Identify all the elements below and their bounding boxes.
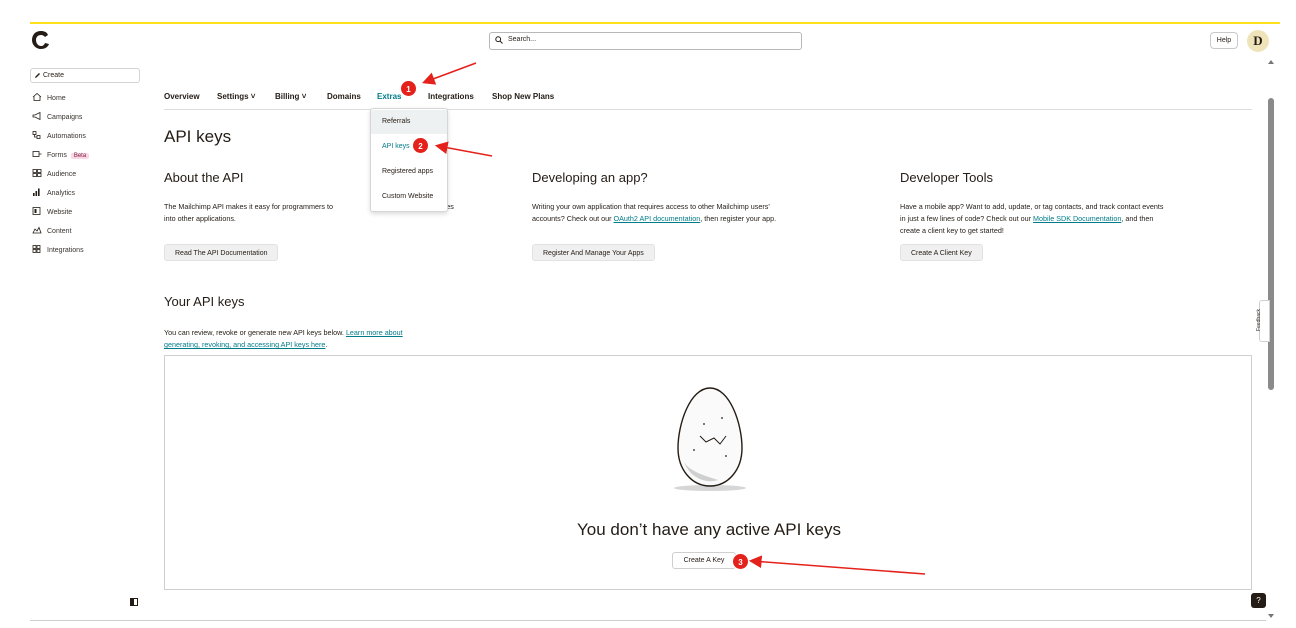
developing-app-line1: Writing your own application that requir… (532, 202, 770, 211)
sidebar-item-content[interactable]: Content (32, 226, 72, 238)
developer-tools-line3: create a client key to get started! (900, 226, 1004, 235)
cracked-egg-illustration (660, 384, 760, 499)
about-api-text-line2: into other applications. (164, 214, 236, 223)
tab-extras[interactable]: Extras (377, 92, 401, 101)
create-label: Create (43, 72, 65, 79)
sidebar-item-automations[interactable]: Automations (32, 131, 86, 143)
account-tabs: Overview Settings ˅ Billing ˅ Domains Ex… (164, 92, 1252, 110)
developing-app-line2a: accounts? Check out our (532, 214, 614, 223)
collapse-sidebar-icon[interactable] (130, 598, 138, 606)
sidebar-item-forms[interactable]: Forms Beta (32, 150, 90, 162)
your-api-keys-intro: You can review, revoke or generate new A… (164, 328, 346, 337)
register-apps-button[interactable]: Register And Manage Your Apps (532, 244, 655, 261)
read-api-docs-button[interactable]: Read The API Documentation (164, 244, 279, 261)
help-button[interactable]: Help (1210, 32, 1238, 49)
sidebar-item-label: Analytics (47, 189, 76, 197)
tab-integrations[interactable]: Integrations (428, 92, 474, 101)
sidebar-item-label: Integrations (47, 246, 84, 254)
tab-billing[interactable]: Billing ˅ (275, 92, 306, 101)
forms-icon (32, 150, 43, 160)
sidebar-item-audience[interactable]: Audience (32, 169, 76, 181)
sidebar-item-label: Website (47, 208, 73, 216)
developing-app-text: Writing your own application that requir… (532, 201, 862, 225)
create-a-key-button[interactable]: Create A Key (672, 552, 736, 569)
sidebar-item-analytics[interactable]: Analytics (32, 188, 75, 200)
tab-overview[interactable]: Overview (164, 92, 200, 101)
freddie-logo-icon[interactable] (30, 29, 52, 51)
developer-tools-text: Have a mobile app? Want to add, update, … (900, 201, 1250, 237)
sidebar-item-label: Campaigns (47, 113, 83, 121)
menu-item-custom-website[interactable]: Custom Website (371, 185, 447, 209)
audience-icon (32, 169, 43, 179)
automation-icon (32, 131, 43, 141)
tab-settings-label: Settings (217, 92, 249, 101)
page-title: API keys (164, 127, 232, 146)
sidebar-item-website[interactable]: Website (32, 207, 72, 219)
extras-dropdown-menu: Referrals API keys Registered apps Custo… (370, 108, 448, 212)
search-placeholder: Search... (508, 36, 537, 43)
sidebar-item-label: Automations (47, 132, 86, 140)
chevron-down-icon: ˅ (301, 92, 307, 101)
developer-tools-line2b: , and then (1121, 214, 1154, 223)
bottom-divider (30, 620, 1266, 621)
developing-app-line2b: , then register your app. (700, 214, 777, 223)
developer-tools-heading: Developer Tools (900, 170, 993, 185)
sidebar: Create Home Campaigns Automations Forms B… (30, 66, 142, 611)
tab-billing-label: Billing (275, 92, 300, 101)
developing-app-heading: Developing an app? (532, 170, 648, 185)
annotation-badge-2: 2 (412, 137, 429, 154)
about-api-heading: About the API (164, 170, 244, 185)
sidebar-item-label: Content (47, 227, 72, 235)
sidebar-item-label: Audience (47, 170, 77, 178)
learn-more-link-1[interactable]: Learn more about (346, 328, 403, 337)
your-api-keys-period: . (325, 340, 328, 349)
top-bar: Search... Help D (30, 24, 1280, 58)
feedback-tab[interactable]: Feedback (1255, 300, 1270, 342)
create-button[interactable]: Create (30, 68, 140, 83)
tab-shop-new-plans[interactable]: Shop New Plans (492, 92, 554, 101)
sidebar-item-campaigns[interactable]: Campaigns (32, 111, 83, 124)
tab-settings[interactable]: Settings ˅ (217, 92, 255, 101)
about-api-text-part1: The Mailchimp API makes it easy for prog… (164, 202, 333, 211)
mobile-sdk-docs-link[interactable]: Mobile SDK Documentation (1033, 214, 1121, 223)
website-icon (32, 207, 43, 217)
avatar[interactable]: D (1247, 30, 1269, 52)
empty-state-panel: You don’t have any active API keys Creat… (164, 355, 1252, 590)
grid-icon (32, 245, 43, 255)
menu-item-referrals[interactable]: Referrals (371, 110, 447, 134)
pencil-icon (34, 72, 41, 81)
menu-item-api-keys[interactable]: API keys (371, 135, 447, 159)
developer-tools-line2a: in just a few lines of code? Check out o… (900, 214, 1034, 223)
oauth2-docs-link[interactable]: OAuth2 API documentation (614, 214, 701, 223)
developer-tools-line1: Have a mobile app? Want to add, update, … (900, 202, 1164, 211)
content-icon (32, 226, 43, 236)
learn-more-link-2[interactable]: generating, revoking, and accessing API … (164, 340, 325, 349)
annotation-badge-1: 1 (400, 80, 417, 97)
menu-item-registered-apps[interactable]: Registered apps (371, 160, 447, 184)
tab-domains[interactable]: Domains (327, 92, 361, 101)
sidebar-item-label: Forms (47, 151, 67, 159)
home-icon (32, 92, 43, 103)
empty-state-heading: You don’t have any active API keys (577, 520, 841, 539)
chart-icon (32, 188, 43, 198)
beta-badge: Beta (70, 152, 90, 159)
feedback-label: Feedback (1255, 309, 1262, 331)
create-client-key-button[interactable]: Create A Client Key (900, 244, 983, 261)
sidebar-item-integrations[interactable]: Integrations (32, 245, 84, 257)
sidebar-item-label: Home (47, 94, 66, 102)
scroll-down-icon[interactable] (1268, 614, 1274, 618)
annotation-arrow-1 (422, 62, 477, 85)
scroll-up-icon[interactable] (1268, 60, 1274, 64)
your-api-keys-text: You can review, revoke or generate new A… (164, 327, 464, 351)
scrollbar-thumb[interactable] (1268, 98, 1274, 390)
chevron-down-icon: ˅ (250, 92, 256, 101)
help-question-button[interactable]: ? (1251, 593, 1266, 608)
search-input[interactable]: Search... (489, 32, 802, 50)
annotation-badge-3: 3 (732, 553, 749, 570)
your-api-keys-heading: Your API keys (164, 294, 245, 309)
search-icon (495, 36, 503, 46)
megaphone-icon (32, 111, 43, 122)
sidebar-item-home[interactable]: Home (32, 92, 66, 105)
